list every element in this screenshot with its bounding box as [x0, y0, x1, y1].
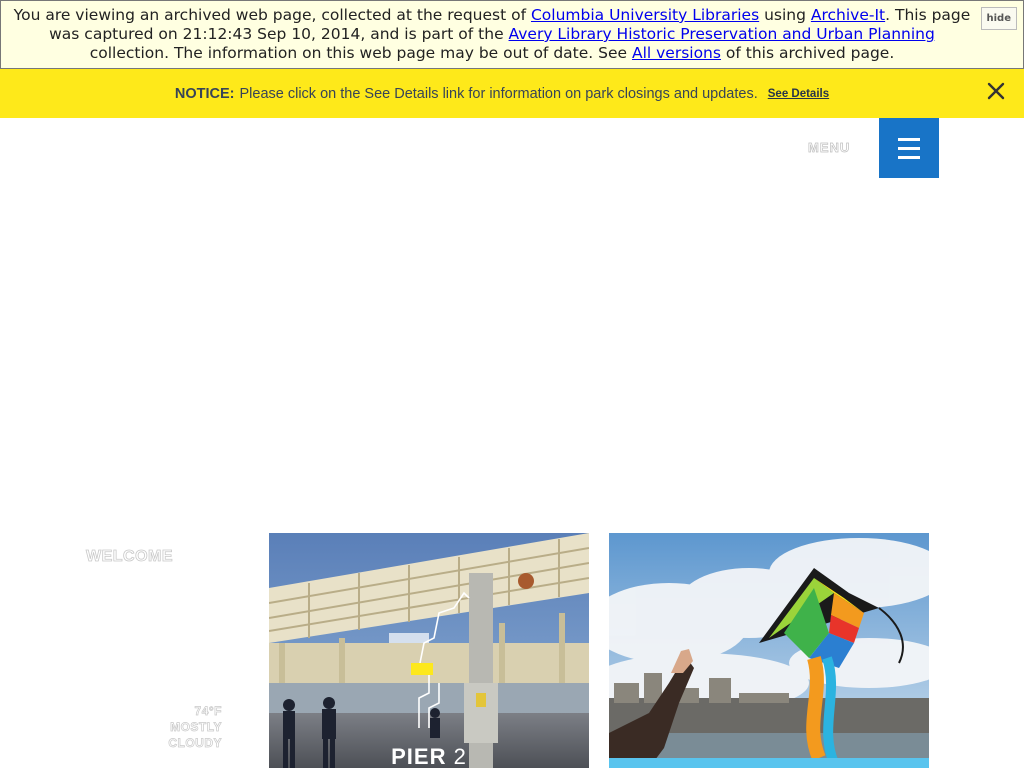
avery-collection-link[interactable]: Avery Library Historic Preservation and …: [509, 25, 935, 43]
weather-condition: MOSTLY: [170, 720, 222, 735]
notice-bar: NOTICE: Please click on the See Details …: [0, 69, 1024, 118]
columbia-link[interactable]: Columbia University Libraries: [531, 6, 759, 24]
archive-text: collection. The information on this web …: [89, 44, 632, 62]
notice-label: NOTICE:: [174, 85, 235, 102]
archive-it-link[interactable]: Archive-It: [811, 6, 885, 24]
pier-2-photo: [269, 533, 589, 768]
notice-message: Please click on the See Details link for…: [239, 85, 758, 102]
archive-text: You are viewing an archived web page, co…: [13, 6, 531, 24]
weather-widget: 74°F MOSTLY CLOUDY: [130, 703, 222, 751]
hide-banner-button[interactable]: hide: [980, 7, 1017, 30]
kite-card[interactable]: [609, 533, 929, 768]
pier-label-number: 2: [453, 744, 467, 768]
archive-text: using: [759, 6, 811, 24]
archive-text: of this archived page.: [720, 44, 895, 62]
all-versions-link[interactable]: All versions: [632, 44, 721, 62]
archive-banner: You are viewing an archived web page, co…: [0, 0, 1024, 69]
pier-2-card[interactable]: PIER 2: [269, 533, 589, 768]
hamburger-icon: [898, 137, 920, 141]
welcome-heading: WELCOME: [86, 548, 174, 566]
close-icon[interactable]: [986, 81, 1006, 101]
pier-2-label: PIER 2: [269, 744, 589, 768]
see-details-link[interactable]: See Details: [768, 88, 829, 100]
kite-card-strip: [609, 758, 929, 768]
weather-temperature: 74°F: [194, 704, 222, 719]
hamburger-menu-button[interactable]: [879, 118, 939, 178]
kite-photo: [609, 533, 929, 768]
pier-label-word: PIER: [391, 744, 447, 768]
weather-condition: CLOUDY: [168, 736, 222, 751]
menu-label[interactable]: MENU: [808, 140, 850, 156]
